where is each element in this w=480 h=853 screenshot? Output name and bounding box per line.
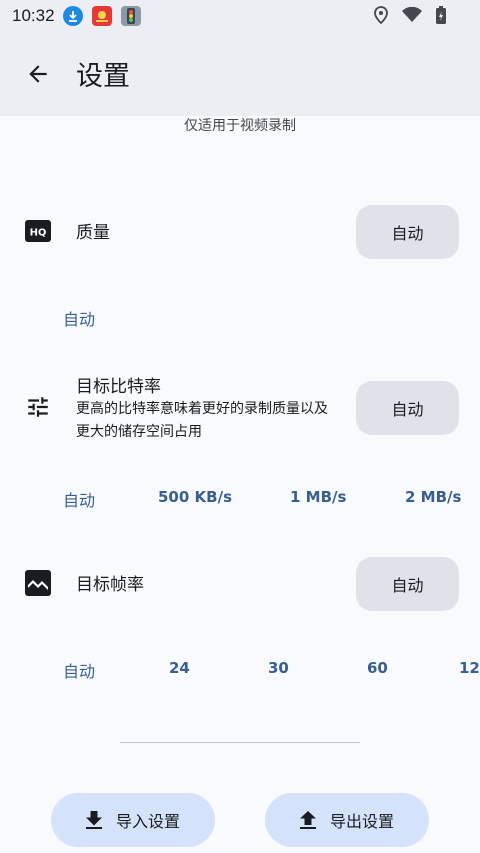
framerate-title: 目标帧率 (76, 575, 144, 595)
framerate-option-60[interactable]: 60 (367, 659, 388, 677)
wifi-icon (402, 7, 422, 22)
bitrate-button[interactable]: 自动 (356, 381, 459, 435)
import-settings-button[interactable]: 导入设置 (51, 793, 215, 847)
back-button[interactable] (20, 56, 56, 92)
tune-icon (25, 394, 51, 420)
arrow-back-icon (29, 65, 47, 83)
traffic-light-notification-icon (120, 6, 141, 26)
bitrate-title: 目标比特率 (76, 377, 161, 397)
hq-icon: HQ (25, 218, 51, 244)
battery-icon (436, 6, 446, 24)
bitrate-option-2mb[interactable]: 2 MB/s (405, 488, 461, 506)
export-settings-button[interactable]: 导出设置 (265, 793, 429, 847)
download-notification-icon (62, 6, 83, 26)
app-notification-icon (91, 6, 112, 26)
framerate-option-120[interactable]: 12 (459, 659, 480, 677)
framerate-button[interactable]: 自动 (356, 557, 459, 611)
framerate-option-30[interactable]: 30 (268, 659, 289, 677)
bitrate-option-1mb[interactable]: 1 MB/s (290, 488, 346, 506)
download-icon (85, 811, 102, 829)
framerate-option-auto[interactable]: 自动 (63, 658, 95, 682)
quality-current-value[interactable]: 自动 (63, 306, 95, 330)
svg-text:HQ: HQ (30, 228, 47, 239)
import-settings-label: 导入设置 (115, 812, 180, 831)
framerate-icon (25, 570, 51, 596)
app-bar: 设置 (0, 32, 480, 116)
status-time: 10:32 (12, 6, 55, 25)
bitrate-option-auto[interactable]: 自动 (63, 487, 95, 511)
video-only-hint: 仅适用于视频录制 (184, 118, 296, 134)
page-title: 设置 (76, 61, 130, 92)
export-settings-label: 导出设置 (329, 812, 394, 831)
divider (120, 742, 360, 743)
quality-button[interactable]: 自动 (356, 205, 459, 259)
upload-icon (299, 811, 316, 829)
framerate-option-24[interactable]: 24 (169, 659, 190, 677)
quality-title: 质量 (76, 223, 110, 243)
location-icon (374, 6, 388, 24)
bitrate-description: 更高的比特率意味着更好的录制质量以及更大的储存空间占用 (76, 401, 328, 440)
status-bar: 10:32 (0, 0, 480, 32)
bitrate-option-500kb[interactable]: 500 KB/s (158, 488, 232, 506)
status-indicators (374, 6, 446, 24)
